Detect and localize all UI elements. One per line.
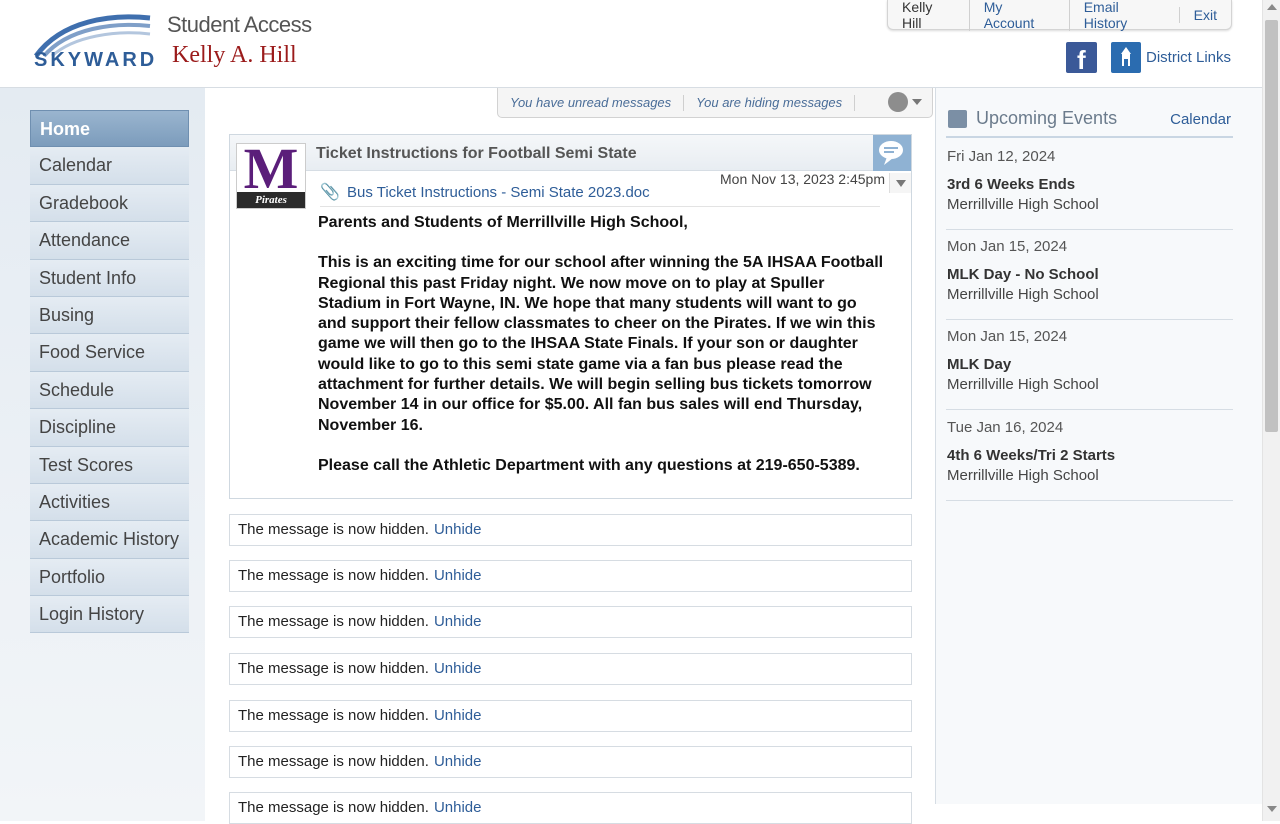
email-history-link[interactable]: Email History (1068, 0, 1179, 31)
sidebar-item-calendar[interactable]: Calendar (30, 147, 189, 185)
event-school: Merrillville High School (947, 286, 1099, 303)
sidebar-item-academic-history[interactable]: Academic History (30, 521, 189, 559)
school-logo-text: Pirates (237, 192, 305, 208)
attachment-link[interactable]: Bus Ticket Instructions - Semi State 202… (347, 184, 650, 201)
unhide-link[interactable]: Unhide (434, 660, 482, 677)
student-name: Kelly A. Hill (172, 42, 297, 68)
events-header: Upcoming Events Calendar (946, 106, 1233, 138)
hidden-message-text: The message is now hidden. (238, 799, 429, 816)
message-paragraph: This is an exciting time for our school … (318, 254, 884, 434)
message-greeting: Parents and Students of Merrillville Hig… (318, 214, 688, 231)
chevron-down-icon (896, 180, 906, 187)
hidden-message-text: The message is now hidden. (238, 660, 429, 677)
hiding-messages-link[interactable]: You are hiding messages (684, 94, 856, 111)
sidebar-item-food-service[interactable]: Food Service (30, 334, 189, 372)
message-card: Ticket Instructions for Football Semi St… (229, 134, 912, 499)
message-body: Parents and Students of Merrillville Hig… (318, 213, 888, 496)
hidden-message: The message is now hidden. Unhide (229, 653, 912, 685)
sidebar-item-portfolio[interactable]: Portfolio (30, 558, 189, 597)
unhide-link[interactable]: Unhide (434, 799, 482, 816)
hidden-message: The message is now hidden. Unhide (229, 606, 912, 638)
svg-text:f: f (1077, 45, 1086, 73)
sidebar-item-test-scores[interactable]: Test Scores (30, 446, 189, 484)
event-school: Merrillville High School (947, 196, 1099, 213)
scroll-thumb[interactable] (1265, 20, 1278, 432)
sidebar-item-discipline[interactable]: Discipline (30, 409, 189, 447)
scroll-up-arrow-icon[interactable] (1267, 4, 1277, 10)
logo-wordmark: SKYWARD (34, 49, 158, 71)
event-item[interactable]: Fri Jan 12, 2024 3rd 6 Weeks Ends Merril… (946, 140, 1233, 230)
facebook-icon[interactable]: f (1066, 42, 1097, 75)
hidden-message-text: The message is now hidden. (238, 707, 429, 724)
unhide-link[interactable]: Unhide (434, 707, 482, 724)
unread-messages-link[interactable]: You have unread messages (498, 94, 685, 111)
message-toolbar: You have unread messages You are hiding … (497, 88, 933, 118)
scroll-down-arrow-icon[interactable] (1267, 806, 1277, 812)
sidebar-item-student-info[interactable]: Student Info (30, 259, 189, 297)
event-item[interactable]: Tue Jan 16, 2024 4th 6 Weeks/Tri 2 Start… (946, 411, 1233, 501)
events-calendar-link[interactable]: Calendar (1170, 111, 1231, 128)
event-school: Merrillville High School (947, 467, 1099, 484)
event-item[interactable]: Mon Jan 15, 2024 MLK Day Merrillville Hi… (946, 320, 1233, 410)
exit-link[interactable]: Exit (1178, 6, 1231, 23)
sidebar-nav: Home Calendar Gradebook Attendance Stude… (30, 110, 189, 634)
event-name: 4th 6 Weeks/Tri 2 Starts (947, 447, 1116, 464)
chat-bubble-icon[interactable] (873, 135, 911, 171)
event-date: Mon Jan 15, 2024 (947, 238, 1068, 255)
school-logo: M Pirates (236, 136, 306, 209)
sidebar-item-login-history[interactable]: Login History (30, 596, 189, 634)
message-options-dropdown[interactable] (889, 173, 911, 193)
hidden-message: The message is now hidden. Unhide (229, 746, 912, 778)
hidden-message: The message is now hidden. Unhide (229, 560, 912, 592)
paperclip-icon: 📎 (320, 184, 340, 201)
event-item[interactable]: Mon Jan 15, 2024 MLK Day - No School Mer… (946, 230, 1233, 320)
header: SKYWARD Student Access Kelly A. Hill Kel… (0, 0, 1262, 88)
my-account-link[interactable]: My Account (968, 0, 1069, 31)
sidebar-item-gradebook[interactable]: Gradebook (30, 184, 189, 223)
hidden-message-text: The message is now hidden. (238, 613, 429, 630)
event-name: 3rd 6 Weeks Ends (947, 176, 1076, 193)
message-title: Ticket Instructions for Football Semi St… (316, 145, 637, 162)
hidden-message: The message is now hidden. Unhide (229, 792, 912, 824)
event-date: Fri Jan 12, 2024 (947, 148, 1056, 165)
district-links[interactable]: District Links (1146, 49, 1231, 66)
hidden-message-text: The message is now hidden. (238, 753, 429, 770)
hidden-message-text: The message is now hidden. (238, 521, 429, 538)
app-title: Student Access (167, 12, 312, 37)
chevron-down-icon[interactable] (912, 99, 922, 105)
gear-icon[interactable] (888, 92, 908, 112)
sidebar-item-attendance[interactable]: Attendance (30, 222, 189, 260)
sidebar-item-schedule[interactable]: Schedule (30, 371, 189, 410)
event-date: Mon Jan 15, 2024 (947, 328, 1068, 345)
sidebar-item-home[interactable]: Home (30, 110, 189, 148)
user-name: Kelly Hill (902, 0, 933, 31)
page-scrollbar[interactable] (1262, 0, 1280, 821)
district-building-icon[interactable] (1111, 42, 1141, 73)
sidebar-item-activities[interactable]: Activities (30, 483, 189, 522)
unhide-link[interactable]: Unhide (434, 567, 482, 584)
hidden-message: The message is now hidden. Unhide (229, 514, 912, 546)
message-closing: Please call the Athletic Department with… (318, 456, 860, 474)
unhide-link[interactable]: Unhide (434, 753, 482, 770)
sidebar-item-busing[interactable]: Busing (30, 296, 189, 335)
event-name: MLK Day - No School (947, 266, 1099, 283)
events-title: Upcoming Events (976, 108, 1118, 128)
school-logo-letter: M (243, 136, 299, 201)
top-nav: Kelly Hill My Account Email History Exit (887, 0, 1232, 31)
calendar-icon (948, 110, 967, 128)
hidden-message: The message is now hidden. Unhide (229, 700, 912, 732)
message-date: Mon Nov 13, 2023 2:45pm (720, 171, 885, 187)
unhide-link[interactable]: Unhide (434, 521, 482, 538)
message-header: Ticket Instructions for Football Semi St… (230, 135, 911, 171)
event-name: MLK Day (947, 356, 1012, 373)
hidden-message-text: The message is now hidden. (238, 567, 429, 584)
unhide-link[interactable]: Unhide (434, 613, 482, 630)
event-school: Merrillville High School (947, 376, 1099, 393)
event-date: Tue Jan 16, 2024 (947, 419, 1064, 436)
